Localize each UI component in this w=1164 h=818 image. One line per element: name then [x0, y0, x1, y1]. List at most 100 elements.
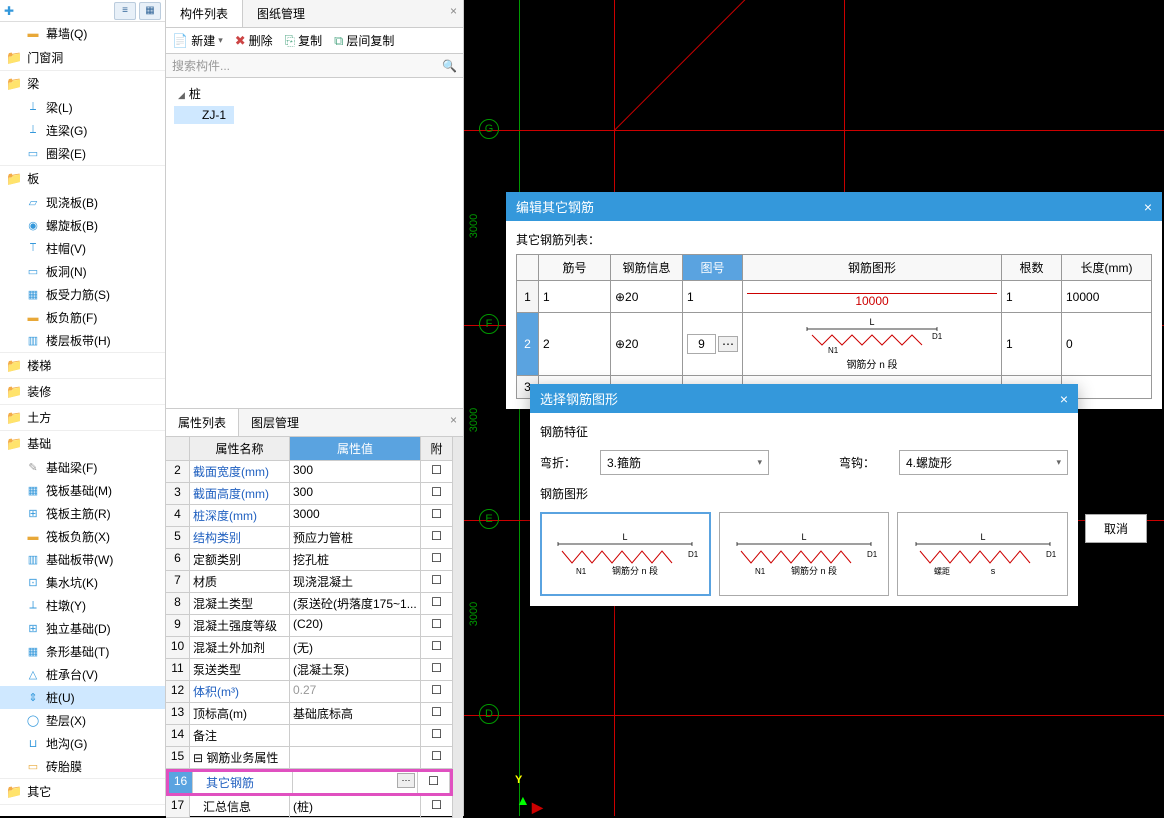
prop-value[interactable]: 0.27: [290, 681, 421, 702]
tab-drawing-mgmt[interactable]: 图纸管理: [243, 0, 319, 27]
nav-item[interactable]: ⊡集水坑(K): [0, 571, 165, 594]
prop-value[interactable]: ⋯: [293, 772, 418, 793]
prop-att[interactable]: ☐: [421, 637, 453, 658]
shape-dialog-title-bar[interactable]: 选择钢筋图形 ×: [530, 384, 1078, 413]
search-input[interactable]: 搜索构件... 🔍: [166, 54, 463, 78]
nav-view-grid-icon[interactable]: ▦: [139, 2, 161, 20]
cancel-button[interactable]: 取消: [1085, 514, 1147, 543]
nav-item[interactable]: ⇕桩(U): [0, 686, 165, 709]
nav-item[interactable]: ▭圈梁(E): [0, 142, 165, 165]
prop-row[interactable]: 15⊟ 钢筋业务属性☐: [166, 747, 453, 769]
nav-item[interactable]: ▱现浇板(B): [0, 191, 165, 214]
prop-att[interactable]: ☐: [421, 505, 453, 526]
panel-close-icon[interactable]: ×: [444, 0, 463, 27]
nav-item[interactable]: ▥基础板带(W): [0, 548, 165, 571]
prop-row[interactable]: 17 汇总信息(桩)☐: [166, 796, 453, 818]
nav-item[interactable]: ▥楼层板带(H): [0, 329, 165, 352]
copy-button[interactable]: ⎘复制: [285, 32, 322, 49]
nav-group[interactable]: 📁板: [0, 166, 165, 191]
nav-item[interactable]: ▭板洞(N): [0, 260, 165, 283]
tree-child-zj1[interactable]: ZJ-1: [174, 106, 234, 124]
nav-item[interactable]: ⟂柱墩(Y): [0, 594, 165, 617]
nav-item[interactable]: ◯垫层(X): [0, 709, 165, 732]
prop-value[interactable]: (C20): [290, 615, 421, 636]
prop-row[interactable]: 6定额类别挖孔桩☐: [166, 549, 453, 571]
nav-add-icon[interactable]: ✚: [4, 4, 14, 18]
nav-group[interactable]: 📁土方: [0, 405, 165, 430]
prop-row[interactable]: 14备注☐: [166, 725, 453, 747]
prop-value[interactable]: 预应力管桩: [290, 527, 421, 548]
prop-att[interactable]: ☐: [421, 483, 453, 504]
rebar-th-info[interactable]: 钢筋信息: [611, 255, 683, 281]
prop-value[interactable]: (泵送砼(坍落度175~1...: [290, 593, 421, 614]
rebar-th-count[interactable]: 根数: [1002, 255, 1062, 281]
nav-item[interactable]: ▭砖胎膜: [0, 755, 165, 778]
cell-fig-input[interactable]: 9⋯: [683, 313, 743, 376]
rebar-row-2[interactable]: 2 2 ⊕20 9⋯ L D1 N1 钢筋分 n 段 1 0: [517, 313, 1152, 376]
shape-dialog-close-icon[interactable]: ×: [1060, 391, 1068, 407]
nav-item[interactable]: ⊔地沟(G): [0, 732, 165, 755]
tab-property-list[interactable]: 属性列表: [166, 409, 239, 436]
prop-att[interactable]: ☐: [421, 747, 453, 768]
prop-value-browse-button[interactable]: ⋯: [397, 773, 415, 788]
nav-item[interactable]: ⟘梁(L): [0, 96, 165, 119]
prop-row[interactable]: 8混凝土类型(泵送砼(坍落度175~1...☐: [166, 593, 453, 615]
prop-att[interactable]: ☐: [421, 703, 453, 724]
nav-item[interactable]: ✎基础梁(F): [0, 456, 165, 479]
prop-row[interactable]: 4桩深度(mm)3000☐: [166, 505, 453, 527]
prop-close-icon[interactable]: ×: [444, 409, 463, 436]
prop-att[interactable]: ☐: [421, 615, 453, 636]
bend-select[interactable]: 3.箍筋▾: [600, 450, 769, 475]
nav-group[interactable]: 📁门窗洞: [0, 45, 165, 70]
prop-row[interactable]: 16 其它钢筋⋯☐: [166, 769, 453, 796]
rebar-th-id[interactable]: 筋号: [539, 255, 611, 281]
nav-item[interactable]: ⟘连梁(G): [0, 119, 165, 142]
shape-option[interactable]: LD1N1钢筋分 n 段: [540, 512, 711, 596]
prop-row[interactable]: 3截面高度(mm)300☐: [166, 483, 453, 505]
rebar-th-shape[interactable]: 钢筋图形: [743, 255, 1002, 281]
prop-row[interactable]: 12体积(m³)0.27☐: [166, 681, 453, 703]
nav-item[interactable]: ▬幕墙(Q): [0, 22, 165, 45]
new-button[interactable]: 📄新建▾: [172, 32, 223, 49]
scrollbar[interactable]: [453, 437, 463, 818]
nav-item[interactable]: △桩承台(V): [0, 663, 165, 686]
cell-len[interactable]: 0: [1062, 313, 1152, 376]
prop-value[interactable]: (桩): [290, 796, 421, 817]
prop-att[interactable]: ☐: [421, 571, 453, 592]
cell-len[interactable]: 10000: [1062, 281, 1152, 313]
nav-item[interactable]: ▦条形基础(T): [0, 640, 165, 663]
cell-info[interactable]: ⊕20: [611, 281, 683, 313]
prop-value[interactable]: 现浇混凝土: [290, 571, 421, 592]
prop-att[interactable]: ☐: [421, 796, 453, 817]
nav-item[interactable]: ⟙柱帽(V): [0, 237, 165, 260]
prop-att[interactable]: ☐: [421, 461, 453, 482]
hook-select[interactable]: 4.螺旋形▾: [899, 450, 1068, 475]
nav-item[interactable]: ⊞筏板主筋(R): [0, 502, 165, 525]
prop-value[interactable]: [290, 747, 421, 768]
prop-value[interactable]: 3000: [290, 505, 421, 526]
cell-count[interactable]: 1: [1002, 313, 1062, 376]
prop-row[interactable]: 5结构类别预应力管桩☐: [166, 527, 453, 549]
cell-count[interactable]: 1: [1002, 281, 1062, 313]
nav-item[interactable]: ◉螺旋板(B): [0, 214, 165, 237]
rebar-th-fig[interactable]: 图号: [683, 255, 743, 281]
shape-option[interactable]: LD1N1钢筋分 n 段: [719, 512, 890, 596]
prop-value[interactable]: 300: [290, 483, 421, 504]
layer-copy-button[interactable]: ⧉层间复制: [334, 32, 394, 49]
prop-row[interactable]: 11泵送类型(混凝土泵)☐: [166, 659, 453, 681]
nav-group[interactable]: 📁基础: [0, 431, 165, 456]
prop-value[interactable]: 挖孔桩: [290, 549, 421, 570]
nav-item[interactable]: ▬筏板负筋(X): [0, 525, 165, 548]
prop-value[interactable]: 基础底标高: [290, 703, 421, 724]
prop-att[interactable]: ☐: [421, 549, 453, 570]
cell-shape[interactable]: 10000: [743, 281, 1002, 313]
delete-button[interactable]: ✖删除: [235, 32, 273, 49]
cell-id[interactable]: 2: [539, 313, 611, 376]
fig-browse-button[interactable]: ⋯: [718, 336, 738, 352]
rebar-th-len[interactable]: 长度(mm): [1062, 255, 1152, 281]
nav-view-list-icon[interactable]: ≡: [114, 2, 136, 20]
prop-att[interactable]: ☐: [421, 659, 453, 680]
prop-value[interactable]: [290, 725, 421, 746]
tree-root[interactable]: 桩: [174, 83, 455, 104]
prop-value[interactable]: (无): [290, 637, 421, 658]
